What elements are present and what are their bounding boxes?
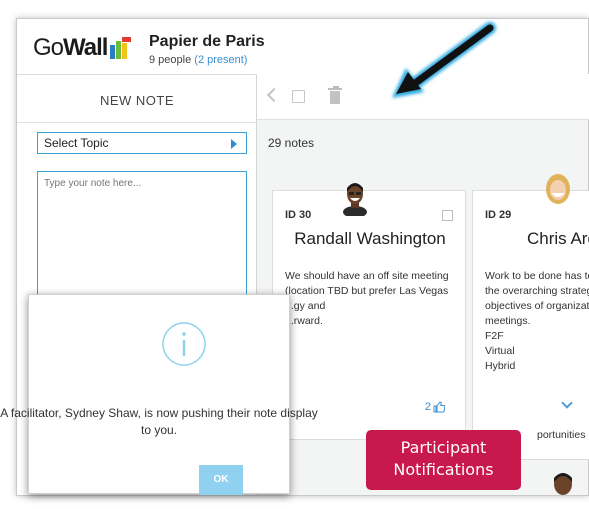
note-body-line: the overarching strategy (485, 285, 589, 297)
notification-dialog (28, 294, 290, 494)
avatar-participant (554, 473, 572, 495)
note-body-line: Virtual (485, 345, 515, 357)
trash-icon[interactable] (328, 86, 342, 104)
avatar-chris-ard (546, 174, 570, 204)
note-body-line: F2F (485, 330, 504, 342)
square-icon[interactable] (292, 90, 305, 103)
new-note-title: NEW NOTE (99, 93, 175, 108)
present-count-link[interactable]: (2 present) (194, 54, 247, 66)
note-body-line: ...gy and (285, 300, 326, 312)
note-author: Chris Ard (527, 229, 589, 248)
info-icon (162, 322, 206, 366)
panel-divider (17, 122, 257, 123)
note-body-line: (location TBD but prefer Las Vegas (285, 285, 449, 297)
note-body: Work to be done has to the overarching s… (485, 269, 589, 374)
note-id: ID 30 (285, 209, 312, 221)
note-id: ID 29 (485, 209, 512, 221)
note-body: We should have an off site meeting (loca… (285, 269, 459, 329)
callout-line-1: Participant (400, 438, 487, 457)
note-body-line: We should have an off site meeting (285, 270, 449, 282)
note-card[interactable]: ID 29 Chris Ard Work to be done has to t… (472, 190, 589, 460)
note-select-checkbox[interactable] (442, 210, 453, 221)
note-author: Randall Washington (294, 229, 446, 248)
like-button[interactable]: 2 (425, 401, 445, 413)
gowall-logo[interactable]: GoWall (33, 34, 132, 61)
caret-right-icon (231, 139, 237, 149)
avatar-randall-washington (343, 183, 367, 216)
participant-notifications-callout: Participant Notifications (366, 430, 521, 490)
board-title: Papier de Paris (149, 33, 265, 50)
select-topic-label: Select Topic (44, 136, 109, 150)
screenshot-frame: GoWall Papier de Paris 9 people (2 prese… (0, 0, 589, 509)
note-body-line: Work to be done has to (485, 270, 589, 282)
logo-text-bold: Wall (63, 34, 108, 61)
note-footer-text: portunities (537, 429, 586, 441)
callout-line-2: Notifications (393, 460, 494, 479)
note-text-input[interactable] (37, 171, 247, 311)
like-count: 2 (424, 401, 431, 413)
notification-message: A facilitator, Sydney Shaw, is now pushi… (0, 406, 318, 437)
thumbs-up-icon (433, 401, 445, 413)
note-body-line: ...rward. (285, 315, 323, 327)
board-participants: 9 people (2 present) (149, 54, 247, 66)
annotation-arrow-icon (392, 22, 496, 98)
chevron-down-icon[interactable] (561, 397, 573, 409)
people-count: 9 people (149, 54, 192, 66)
note-body-line: objectives of organizati (485, 300, 589, 312)
note-body-line: Hybrid (485, 360, 516, 372)
logo-text-plain: Go (33, 34, 64, 61)
note-body-line: meetings. (485, 315, 531, 327)
select-topic-dropdown[interactable]: Select Topic (37, 132, 247, 154)
gowall-logo-icon (110, 37, 132, 59)
notes-count: 29 notes (268, 136, 315, 150)
chevron-left-icon[interactable] (267, 88, 277, 104)
note-card[interactable]: ID 30 Randall Washington We should have … (272, 190, 466, 440)
ok-button[interactable]: OK (199, 465, 243, 495)
